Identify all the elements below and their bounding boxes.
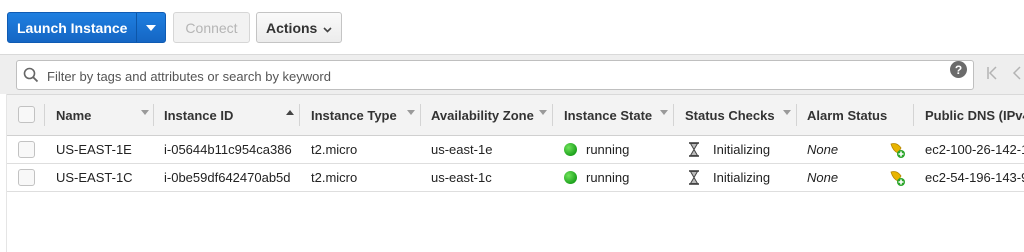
- column-header-status-checks[interactable]: Status Checks: [685, 95, 775, 135]
- column-header-name[interactable]: Name: [56, 95, 91, 135]
- column-divider: [153, 104, 154, 126]
- sort-icon[interactable]: [407, 110, 415, 115]
- launch-instance-button[interactable]: Launch Instance: [7, 12, 166, 43]
- search-input[interactable]: [45, 64, 949, 88]
- create-alarm-bell-icon[interactable]: [888, 141, 906, 159]
- column-divider: [673, 104, 674, 126]
- sort-ascending-icon[interactable]: [286, 110, 294, 115]
- table-row[interactable]: US-EAST-1E i-05644b11c954ca386 t2.micro …: [7, 136, 1024, 164]
- sort-icon[interactable]: [660, 110, 668, 115]
- status-checks-text: Initializing: [713, 142, 771, 157]
- hourglass-icon: [689, 170, 699, 185]
- sort-icon[interactable]: [783, 110, 791, 115]
- column-header-instance-id[interactable]: Instance ID: [164, 95, 233, 135]
- cell-instance-state: running: [564, 164, 629, 191]
- sort-icon[interactable]: [539, 110, 547, 115]
- cell-instance-state: running: [564, 136, 629, 163]
- instance-state-text: running: [586, 170, 630, 185]
- running-status-icon: [564, 143, 577, 156]
- help-icon[interactable]: ?: [950, 61, 967, 78]
- column-header-instance-type[interactable]: Instance Type: [311, 95, 397, 135]
- search-field[interactable]: [16, 60, 974, 90]
- cell-public-dns: ec2-100-26-142-1: [925, 142, 1024, 157]
- launch-dropdown-caret-icon[interactable]: [137, 13, 165, 42]
- cell-status-checks: Initializing: [688, 164, 770, 191]
- cell-public-dns: ec2-54-196-143-9: [925, 170, 1024, 185]
- chevron-down-icon: [323, 20, 332, 36]
- cell-status-checks: Initializing: [688, 136, 770, 163]
- left-gutter: [0, 94, 7, 252]
- cell-name: US-EAST-1E: [56, 142, 132, 157]
- column-header-instance-state[interactable]: Instance State: [564, 95, 652, 135]
- actions-button[interactable]: Actions: [256, 12, 342, 43]
- row-checkbox[interactable]: [18, 169, 35, 186]
- cell-instance-type: t2.micro: [311, 142, 358, 157]
- column-divider: [552, 104, 553, 126]
- cell-instance-id: i-05644b11c954ca386: [164, 142, 292, 157]
- connect-button: Connect: [173, 12, 250, 43]
- cell-availability-zone: us-east-1e: [431, 142, 493, 157]
- column-divider: [420, 104, 421, 126]
- first-page-icon[interactable]: [986, 66, 1024, 85]
- cell-availability-zone: us-east-1c: [431, 170, 492, 185]
- connect-label: Connect: [185, 19, 238, 36]
- actions-label: Actions: [266, 19, 318, 36]
- instance-state-text: running: [586, 142, 630, 157]
- column-divider: [44, 104, 45, 126]
- column-divider: [913, 104, 914, 126]
- select-all-checkbox[interactable]: [18, 106, 35, 123]
- status-checks-text: Initializing: [713, 170, 771, 185]
- column-divider: [299, 104, 300, 126]
- cell-instance-id: i-0be59df642470ab5d: [164, 170, 291, 185]
- table-row[interactable]: US-EAST-1C i-0be59df642470ab5d t2.micro …: [7, 164, 1024, 192]
- search-icon: [23, 67, 39, 88]
- cell-alarm-status: None: [807, 170, 839, 185]
- row-checkbox[interactable]: [18, 141, 35, 158]
- cell-alarm-status: None: [807, 142, 839, 157]
- table-header: Name Instance ID Instance Type Availabil…: [7, 94, 1024, 136]
- create-alarm-bell-icon[interactable]: [888, 169, 906, 187]
- column-header-availability-zone[interactable]: Availability Zone: [431, 95, 534, 135]
- launch-instance-label: Launch Instance: [17, 19, 128, 36]
- column-header-public-dns[interactable]: Public DNS (IPv4: [925, 95, 1024, 135]
- cell-instance-type: t2.micro: [311, 170, 358, 185]
- column-header-alarm-status[interactable]: Alarm Status: [807, 95, 887, 135]
- column-divider: [796, 104, 797, 126]
- filter-bar: ?: [0, 54, 1024, 95]
- toolbar: Launch Instance Connect Actions: [0, 0, 1024, 54]
- sort-icon[interactable]: [141, 110, 149, 115]
- cell-name: US-EAST-1C: [56, 170, 133, 185]
- running-status-icon: [564, 171, 577, 184]
- hourglass-icon: [689, 142, 699, 157]
